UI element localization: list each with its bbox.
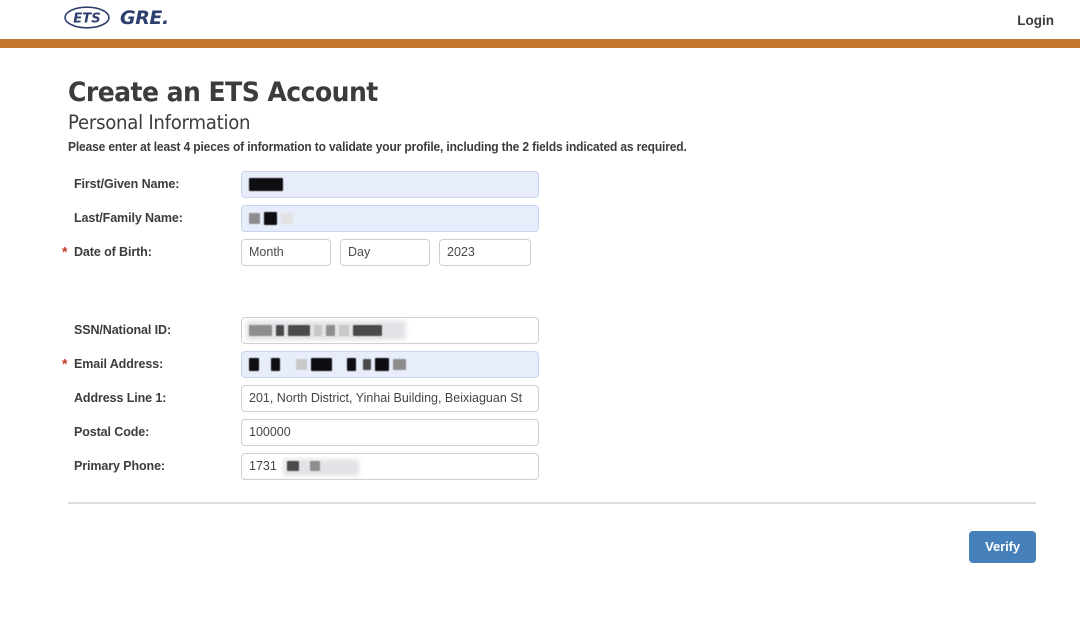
label-text-email: Email Address:: [74, 357, 164, 371]
section-divider: [68, 502, 1036, 504]
dob-year-input[interactable]: [439, 238, 531, 266]
label-last-name: Last/Family Name:: [74, 211, 183, 225]
email-input[interactable]: [241, 350, 539, 378]
address-line-1-input[interactable]: [241, 384, 539, 412]
gre-wordmark: GRE.: [120, 7, 169, 29]
redaction-wrapper-ssn: [241, 316, 539, 344]
form-row-ssn: SSN/National ID:: [68, 315, 1036, 345]
field-cell-postal-code: [241, 418, 539, 446]
field-cell-primary-phone: [241, 452, 539, 480]
form-row-primary-phone: Primary Phone:: [68, 451, 1036, 481]
label-address-line-1: Address Line 1:: [74, 391, 167, 405]
personal-information-form: First/Given Name: Last/Family Name: * Da…: [62, 169, 1036, 481]
redaction-wrapper-primary-phone: [241, 452, 539, 480]
page-title: Create an ETS Account: [68, 77, 378, 108]
site-header: ETS GRE. Login: [0, 0, 1080, 39]
required-asterisk-date-of-birth: *: [62, 243, 68, 260]
accent-bar: [0, 39, 1080, 48]
ets-logo-icon: ETS: [64, 6, 113, 29]
label-text-date-of-birth: Date of Birth:: [74, 245, 152, 259]
field-cell-last-name: [241, 204, 539, 232]
last-name-input[interactable]: [241, 204, 539, 232]
login-link[interactable]: Login: [1017, 13, 1054, 28]
form-row-email: * Email Address:: [62, 349, 1036, 379]
form-row-last-name: Last/Family Name:: [68, 203, 1036, 233]
field-cell-email: [241, 350, 539, 378]
label-date-of-birth: * Date of Birth:: [62, 245, 241, 259]
instructions-text: Please enter at least 4 pieces of inform…: [68, 140, 687, 154]
dob-month-input[interactable]: [241, 238, 331, 266]
required-asterisk-email: *: [62, 355, 68, 372]
field-cell-address-line-1: [241, 384, 539, 412]
form-actions: Verify: [68, 531, 1036, 563]
label-email: * Email Address:: [62, 357, 241, 371]
field-cell-date-of-birth: [241, 238, 531, 266]
form-row-address-line-1: Address Line 1:: [68, 383, 1036, 413]
label-ssn: SSN/National ID:: [74, 323, 172, 337]
field-cell-first-name: [241, 170, 539, 198]
first-name-input[interactable]: [241, 170, 539, 198]
dob-day-input[interactable]: [340, 238, 430, 266]
form-row-date-of-birth: * Date of Birth:: [62, 237, 1036, 267]
verify-button[interactable]: Verify: [969, 531, 1036, 563]
label-first-name: First/Given Name:: [74, 177, 180, 191]
svg-text:ETS: ETS: [73, 11, 101, 26]
brand-logo[interactable]: ETS GRE.: [64, 6, 169, 29]
label-postal-code: Postal Code:: [74, 425, 150, 439]
postal-code-input[interactable]: [241, 418, 539, 446]
form-row-first-name: First/Given Name:: [68, 169, 1036, 199]
redaction-wrapper-email: [241, 350, 539, 378]
section-title: Personal Information: [68, 111, 251, 134]
form-spacer: [68, 271, 1036, 315]
form-row-postal-code: Postal Code:: [68, 417, 1036, 447]
redaction-wrapper-last-name: [241, 204, 539, 232]
main-content: Create an ETS Account Personal Informati…: [0, 48, 1036, 563]
label-primary-phone: Primary Phone:: [74, 459, 165, 473]
field-cell-ssn: [241, 316, 539, 344]
redaction-wrapper-first-name: [241, 170, 539, 198]
